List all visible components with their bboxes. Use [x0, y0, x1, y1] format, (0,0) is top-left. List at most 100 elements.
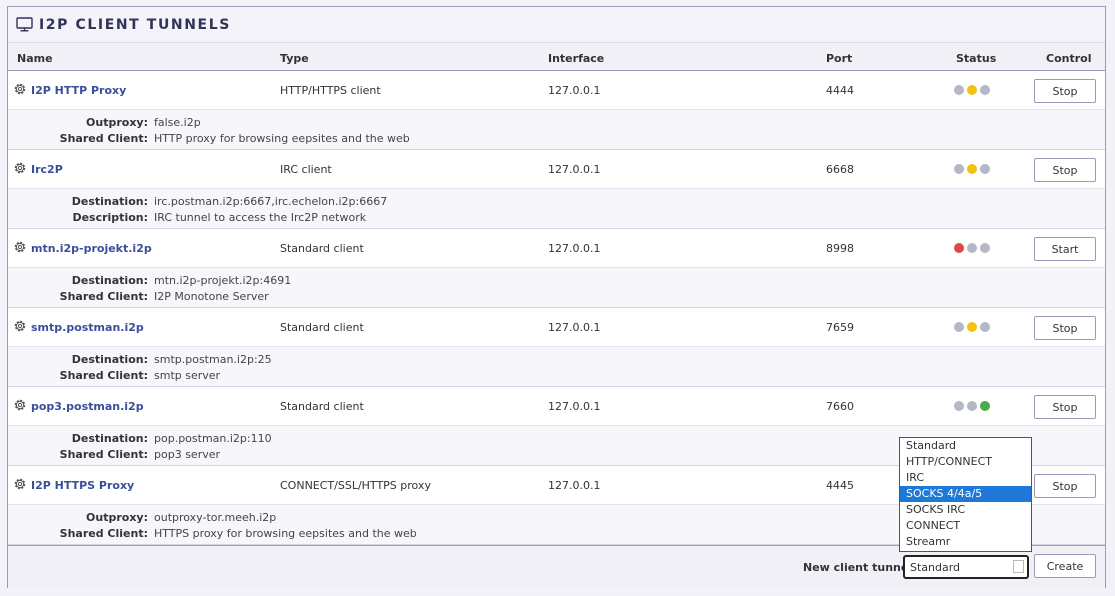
monitor-icon [16, 17, 33, 32]
tunnel-control-button[interactable]: Stop [1034, 395, 1096, 419]
dropdown-option[interactable]: SOCKS IRC [900, 502, 1031, 518]
tunnel-port: 6668 [826, 163, 854, 176]
tunnel-control-button[interactable]: Stop [1034, 474, 1096, 498]
tunnel-type-dropdown: Standard HTTP/CONNECT IRC SOCKS 4/4a/5 SOCKS… [899, 437, 1032, 552]
status-indicator [954, 322, 990, 332]
gear-icon[interactable] [13, 398, 27, 412]
detail-label: Shared Client: [59, 290, 148, 303]
tunnel-details: Destination: mtn.i2p-projekt.i2p:4691 Shar… [8, 268, 1105, 308]
status-dot [980, 322, 990, 332]
tunnel-main: I2P HTTP Proxy HTTP/HTTPS client 127.0.0.1… [8, 71, 1105, 110]
status-dot [967, 322, 977, 332]
tunnel-type: CONNECT/SSL/HTTPS proxy [280, 479, 431, 492]
detail-value: smtp server [154, 369, 221, 382]
page-title: I2P CLIENT TUNNELS [39, 16, 231, 33]
detail-value: HTTPS proxy for browsing eepsites and th… [154, 527, 417, 540]
col-control: Control [1046, 52, 1092, 65]
detail-label: Destination: [71, 353, 148, 366]
status-indicator [954, 243, 990, 253]
status-indicator [954, 85, 990, 95]
tunnel-control-button[interactable]: Stop [1034, 158, 1096, 182]
tunnel-type-select[interactable]: Standard [903, 555, 1029, 579]
detail-label: Shared Client: [59, 448, 148, 461]
tunnel-type: Standard client [280, 242, 364, 255]
tunnel-control-button[interactable]: Stop [1034, 79, 1096, 103]
detail-value: pop3 server [154, 448, 221, 461]
gear-icon[interactable] [13, 319, 27, 333]
tunnel-port: 7660 [826, 400, 854, 413]
tunnel-type: Standard client [280, 400, 364, 413]
tunnel-interface: 127.0.0.1 [548, 400, 601, 413]
detail-value: outproxy-tor.meeh.i2p [154, 511, 277, 524]
tunnel-row: I2P HTTP Proxy HTTP/HTTPS client 127.0.0.1… [8, 71, 1105, 150]
tunnel-name-link[interactable]: pop3.postman.i2p [31, 400, 144, 413]
create-button[interactable]: Create [1034, 554, 1096, 578]
detail-label: Shared Client: [59, 132, 148, 145]
detail-label: Outproxy: [86, 511, 148, 524]
tunnel-main: Irc2P IRC client 127.0.0.1 6668 Stop [8, 150, 1105, 189]
status-dot [954, 164, 964, 174]
detail-value: mtn.i2p-projekt.i2p:4691 [154, 274, 292, 287]
detail-label: Destination: [71, 195, 148, 208]
status-dot [967, 85, 977, 95]
col-status: Status [956, 52, 997, 65]
detail-value: false.i2p [154, 116, 201, 129]
tunnel-name-link[interactable]: Irc2P [31, 163, 63, 176]
dropdown-arrow-icon [1013, 560, 1024, 573]
tunnel-type-selected: Standard [910, 561, 961, 574]
detail-label: Destination: [71, 432, 148, 445]
dropdown-option[interactable]: CONNECT [900, 518, 1031, 534]
dropdown-option[interactable]: Streamr [900, 534, 1031, 550]
tunnel-control-button[interactable]: Start [1034, 237, 1096, 261]
col-type: Type [280, 52, 309, 65]
dropdown-option[interactable]: Standard [900, 438, 1031, 454]
tunnel-interface: 127.0.0.1 [548, 242, 601, 255]
tunnel-name-link[interactable]: I2P HTTP Proxy [31, 84, 126, 97]
col-port: Port [826, 52, 853, 65]
tunnel-row: Irc2P IRC client 127.0.0.1 6668 Stop Destinat… [8, 150, 1105, 229]
tunnel-interface: 127.0.0.1 [548, 163, 601, 176]
detail-value: pop.postman.i2p:110 [154, 432, 272, 445]
status-dot [954, 85, 964, 95]
gear-icon[interactable] [13, 82, 27, 96]
col-name: Name [17, 52, 53, 65]
status-indicator [954, 401, 990, 411]
tunnel-type: IRC client [280, 163, 332, 176]
detail-value: IRC tunnel to access the Irc2P network [154, 211, 367, 224]
tunnel-main: mtn.i2p-projekt.i2p Standard client 127.0.… [8, 229, 1105, 268]
status-dot [967, 401, 977, 411]
tunnel-port: 4444 [826, 84, 854, 97]
tunnel-name-link[interactable]: I2P HTTPS Proxy [31, 479, 134, 492]
status-dot [980, 164, 990, 174]
status-dot [967, 243, 977, 253]
tunnel-type: HTTP/HTTPS client [280, 84, 381, 97]
tunnel-type: Standard client [280, 321, 364, 334]
status-dot [980, 401, 990, 411]
tunnel-main: pop3.postman.i2p Standard client 127.0.0.1… [8, 387, 1105, 426]
tunnel-port: 4445 [826, 479, 854, 492]
dropdown-option[interactable]: IRC [900, 470, 1031, 486]
detail-value: smtp.postman.i2p:25 [154, 353, 272, 366]
tunnel-interface: 127.0.0.1 [548, 84, 601, 97]
gear-icon[interactable] [13, 161, 27, 175]
gear-icon[interactable] [13, 240, 27, 254]
detail-value: HTTP proxy for browsing eepsites and the… [154, 132, 410, 145]
dropdown-option[interactable]: HTTP/CONNECT [900, 454, 1031, 470]
status-dot [980, 85, 990, 95]
tunnel-row: smtp.postman.i2p Standard client 127.0.0.1… [8, 308, 1105, 387]
tunnel-name-link[interactable]: smtp.postman.i2p [31, 321, 144, 334]
tunnel-control-button[interactable]: Stop [1034, 316, 1096, 340]
detail-value: irc.postman.i2p:6667,irc.echelon.i2p:666… [154, 195, 388, 208]
status-dot [967, 164, 977, 174]
tunnel-name-link[interactable]: mtn.i2p-projekt.i2p [31, 242, 152, 255]
status-indicator [954, 164, 990, 174]
detail-label: Shared Client: [59, 527, 148, 540]
dropdown-option[interactable]: SOCKS 4/4a/5 [900, 486, 1031, 502]
status-dot [954, 243, 964, 253]
tunnel-details: Destination: smtp.postman.i2p:25 Shared Cl… [8, 347, 1105, 387]
tunnel-interface: 127.0.0.1 [548, 321, 601, 334]
tunnel-port: 8998 [826, 242, 854, 255]
gear-icon[interactable] [13, 477, 27, 491]
status-dot [954, 401, 964, 411]
detail-label: Outproxy: [86, 116, 148, 129]
